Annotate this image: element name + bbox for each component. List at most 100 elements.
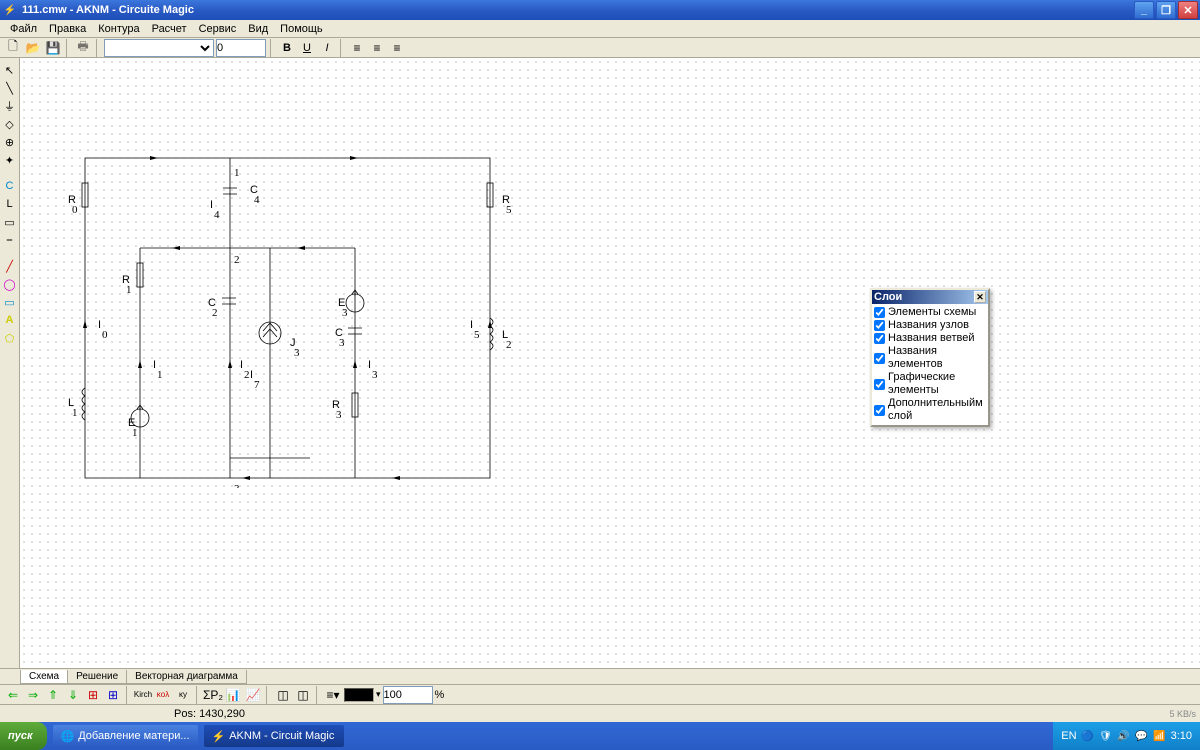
svg-text:1: 1 [132, 427, 138, 439]
titlebar: ⚡ 111.cmw - AKNM - Circuite Magic _ ❐ ✕ [0, 0, 1200, 20]
layer-item[interactable]: Названия узлов [874, 319, 986, 332]
poly-tool[interactable]: ⬠ [2, 330, 18, 346]
layer-checkbox[interactable] [874, 320, 885, 331]
align-center-button[interactable]: ≡ [368, 39, 386, 57]
svg-text:5: 5 [506, 204, 512, 216]
layer-checkbox[interactable] [874, 307, 885, 318]
rect-tool[interactable]: ▭ [2, 294, 18, 310]
menu-calc[interactable]: Расчет [146, 21, 193, 37]
grid-icon[interactable]: ⊞ [84, 686, 102, 704]
text-tool[interactable]: A [2, 312, 18, 328]
close-button[interactable]: ✕ [1178, 1, 1198, 19]
cursor-position: Pos: 1430,290 [174, 708, 245, 720]
layers-panel-header[interactable]: Слои ✕ [872, 290, 988, 304]
opt1-icon[interactable]: ◫ [274, 686, 292, 704]
svg-text:3: 3 [336, 409, 342, 421]
tray-icon[interactable]: 🔊 [1117, 729, 1131, 743]
bold-button[interactable]: B [278, 39, 296, 57]
arrow-left-icon[interactable]: ⇐ [4, 686, 22, 704]
inductor-tool[interactable]: L [2, 196, 18, 212]
tab-vector[interactable]: Векторная диаграмма [126, 670, 247, 684]
start-button[interactable]: пуск [0, 722, 47, 750]
lang-indicator[interactable]: EN [1061, 730, 1076, 742]
clock[interactable]: 3:10 [1171, 730, 1192, 742]
svg-text:2: 2 [244, 369, 250, 381]
layer-checkbox[interactable] [874, 353, 885, 364]
layer-checkbox[interactable] [874, 379, 885, 390]
calc2-icon[interactable]: 📈 [244, 686, 262, 704]
layer-checkbox[interactable] [874, 333, 885, 344]
wire-tool[interactable]: ╲ [2, 80, 18, 96]
arrow-right-icon[interactable]: ⇒ [24, 686, 42, 704]
font-combo[interactable] [104, 39, 214, 57]
layer-item[interactable]: Названия элементов [874, 345, 986, 371]
opt2-icon[interactable]: ◫ [294, 686, 312, 704]
source-tool[interactable]: ⊕ [2, 134, 18, 150]
line-tool[interactable]: ╱ [2, 258, 18, 274]
kirch-icon[interactable]: Kirch [134, 686, 152, 704]
system-tray[interactable]: EN 🔵 🛡 🔊 💬 📶 3:10 [1053, 722, 1200, 750]
svg-text:I: I [368, 359, 371, 371]
wire2-tool[interactable]: ⎯ [2, 232, 18, 248]
tray-icon[interactable]: 🔵 [1081, 729, 1095, 743]
component-tool[interactable]: ◇ [2, 116, 18, 132]
color-picker[interactable] [344, 688, 374, 702]
sigma-icon[interactable]: ΣP₂ [204, 686, 222, 704]
resistor-tool[interactable]: ▭ [2, 214, 18, 230]
pointer-tool[interactable]: ↖ [2, 62, 18, 78]
ky-icon[interactable]: κy [174, 686, 192, 704]
svg-text:3: 3 [339, 337, 345, 349]
arrow-down-icon[interactable]: ⇓ [64, 686, 82, 704]
taskbar-item[interactable]: 🌐 Добавление матери... [53, 725, 198, 747]
menu-edit[interactable]: Правка [43, 21, 92, 37]
new-button[interactable]: 🗋 [4, 39, 22, 57]
circle-tool[interactable]: ◯ [2, 276, 18, 292]
ground-tool[interactable]: ⏚ [2, 98, 18, 114]
menu-file[interactable]: Файл [4, 21, 43, 37]
layer-checkbox[interactable] [874, 405, 885, 416]
zoom-unit: % [435, 689, 445, 701]
layer-item[interactable]: Графические элементы [874, 371, 986, 397]
tray-icon[interactable]: 🛡 [1099, 729, 1113, 743]
menubar: Файл Правка Контура Расчет Сервис Вид По… [0, 20, 1200, 38]
layer-item[interactable]: Элементы схемы [874, 306, 986, 319]
menu-view[interactable]: Вид [242, 21, 274, 37]
svg-text:I: I [470, 319, 473, 331]
save-button[interactable]: 💾 [44, 39, 62, 57]
svg-text:4: 4 [254, 194, 260, 206]
tray-icon[interactable]: 💬 [1135, 729, 1149, 743]
canvas[interactable]: 1 2 3 R0 R1 R3 R5 C4 C2 C3 L1 L2 E1 E3 J… [20, 58, 1200, 668]
align-left-button[interactable]: ≡ [348, 39, 366, 57]
menu-contour[interactable]: Контура [92, 21, 145, 37]
zoom-input[interactable] [383, 686, 433, 704]
open-button[interactable]: 📂 [24, 39, 42, 57]
layer-item[interactable]: Дополнительныйм слой [874, 397, 986, 423]
menu-help[interactable]: Помощь [274, 21, 329, 37]
maximize-button[interactable]: ❐ [1156, 1, 1176, 19]
svg-text:5: 5 [474, 329, 480, 341]
calc1-icon[interactable]: 📊 [224, 686, 242, 704]
capacitor-tool[interactable]: C [2, 178, 18, 194]
tray-icon[interactable]: 📶 [1153, 729, 1167, 743]
layers-panel[interactable]: Слои ✕ Элементы схемы Названия узлов Наз… [870, 288, 990, 427]
linew-icon[interactable]: ≡▾ [324, 686, 342, 704]
tab-solution[interactable]: Решение [67, 670, 127, 684]
kx-icon[interactable]: κoλ [154, 686, 172, 704]
arrow-up-icon[interactable]: ⇑ [44, 686, 62, 704]
tab-schema[interactable]: Схема [20, 670, 68, 684]
taskbar-item[interactable]: ⚡ AKNM - Circuit Magic [204, 725, 344, 747]
svg-text:1: 1 [126, 284, 132, 296]
minimize-button[interactable]: _ [1134, 1, 1154, 19]
grid2-icon[interactable]: ⊞ [104, 686, 122, 704]
svg-text:3: 3 [234, 483, 240, 488]
underline-button[interactable]: U [298, 39, 316, 57]
align-right-button[interactable]: ≡ [388, 39, 406, 57]
size-input[interactable] [216, 39, 266, 57]
layers-panel-close[interactable]: ✕ [974, 291, 986, 303]
italic-button[interactable]: I [318, 39, 336, 57]
menu-service[interactable]: Сервис [193, 21, 243, 37]
node-tool[interactable]: ✦ [2, 152, 18, 168]
browser-icon: 🌐 [61, 730, 75, 743]
layer-item[interactable]: Названия ветвей [874, 332, 986, 345]
print-button[interactable]: 🖶 [74, 39, 92, 57]
